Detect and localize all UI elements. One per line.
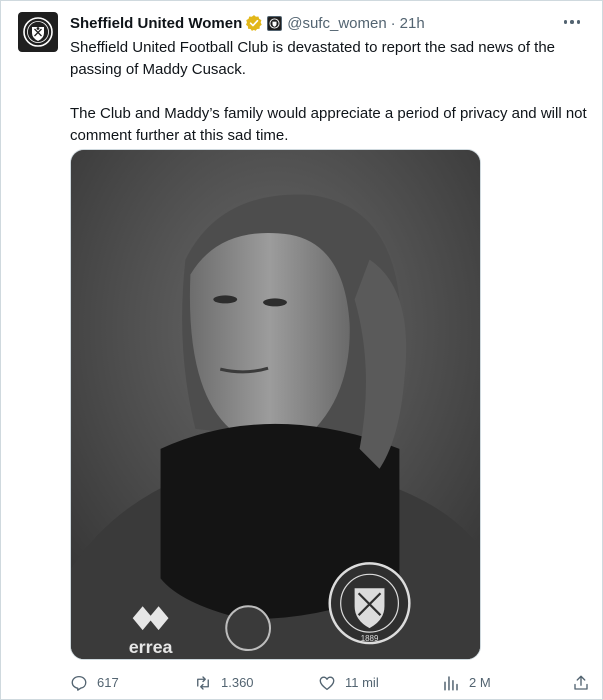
views-button[interactable]: 2 M [442,672,491,694]
tweet-photo[interactable]: 1889 errea [70,149,481,660]
gold-verified-badge-icon[interactable] [245,14,263,32]
author-handle[interactable]: @sufc_women [287,15,386,32]
affiliate-badge-icon[interactable] [267,15,283,31]
repost-icon [197,676,209,690]
club-crest-on-shirt: 1889 [328,562,411,645]
like-count: 11 mil [345,675,379,690]
share-icon[interactable] [572,674,590,692]
tweet-card[interactable]: Sheffield United Women @sufc_women · 21h… [0,0,603,700]
reply-count: 617 [97,675,119,690]
reply-icon [71,675,87,691]
author-name[interactable]: Sheffield United Women [70,15,242,32]
errea-text: errea [129,637,174,657]
tweet-actions: 617 1.360 11 mil 2 M [70,672,590,694]
heart-icon [319,676,335,691]
separator: · [390,14,396,32]
tweet-text: Sheffield United Football Club is devast… [70,37,588,147]
repost-count: 1.360 [221,675,254,690]
reply-button[interactable]: 617 [70,672,119,694]
view-count: 2 M [469,675,491,690]
timestamp[interactable]: 21h [400,15,425,32]
repost-button[interactable]: 1.360 [194,672,254,694]
tweet-header: Sheffield United Women @sufc_women · 21h [70,12,585,34]
like-button[interactable]: 11 mil [318,672,379,694]
more-options-icon[interactable] [562,13,582,31]
crest-year-text: 1889 [361,634,379,643]
player-portrait-image: 1889 errea [71,150,480,659]
analytics-icon [444,676,458,691]
sheffield-united-crest-icon [23,17,53,47]
affiliate-crest-mini-icon [269,17,280,29]
tweet-paragraph: Sheffield United Football Club is devast… [70,39,556,78]
tweet-paragraph: The Club and Maddy’s family would apprec… [70,105,587,144]
avatar[interactable] [18,12,58,52]
